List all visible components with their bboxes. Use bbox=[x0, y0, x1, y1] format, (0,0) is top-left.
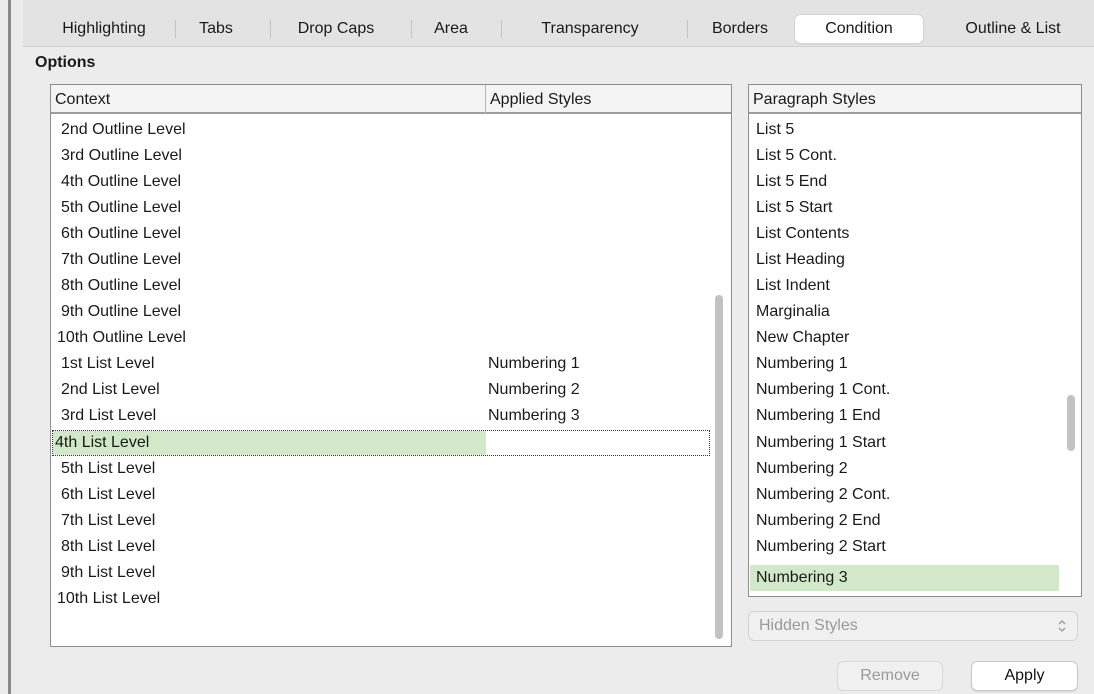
list-item[interactable]: Numbering 2 Cont. bbox=[750, 482, 1059, 508]
list-item[interactable]: List 5 bbox=[750, 117, 1059, 143]
context-cell: 4th List Level bbox=[55, 434, 150, 451]
options-heading: Options bbox=[35, 54, 96, 71]
list-item[interactable]: Numbering 1 Start bbox=[750, 430, 1059, 456]
table-row-selected[interactable]: 4th List Level bbox=[52, 430, 710, 456]
list-item[interactable]: List Indent bbox=[750, 273, 1059, 299]
table-row[interactable]: 2nd Outline Level bbox=[52, 117, 710, 143]
column-header-context[interactable]: Context bbox=[51, 85, 487, 114]
remove-button[interactable]: Remove bbox=[837, 661, 943, 691]
list-item[interactable]: List 5 Cont. bbox=[750, 143, 1059, 169]
condition-dialog: Highlighting Tabs Drop Caps Area Transpa… bbox=[0, 0, 1094, 694]
table-row[interactable]: 3rd Outline Level bbox=[52, 143, 710, 169]
list-item[interactable]: New Chapter bbox=[750, 325, 1059, 351]
table-row[interactable]: 5th Outline Level bbox=[52, 195, 710, 221]
table-row[interactable]: 3rd List Level Numbering 3 bbox=[52, 403, 710, 429]
list-item[interactable]: List Contents bbox=[750, 221, 1059, 247]
list-item[interactable]: List 5 Start bbox=[750, 195, 1059, 221]
context-cell: 10th Outline Level bbox=[57, 329, 186, 346]
context-cell: 5th List Level bbox=[61, 460, 156, 477]
context-cell: 7th Outline Level bbox=[61, 251, 182, 268]
column-header-applied-styles[interactable]: Applied Styles bbox=[486, 85, 731, 114]
context-cell: 2nd List Level bbox=[61, 381, 160, 398]
tab-drop-caps[interactable]: Drop Caps bbox=[280, 15, 392, 43]
table-row[interactable]: 9th List Level bbox=[52, 560, 710, 586]
table-row[interactable]: 1st List Level Numbering 1 bbox=[52, 351, 710, 377]
table-row[interactable]: 2nd List Level Numbering 2 bbox=[52, 377, 710, 403]
context-cell: 9th List Level bbox=[61, 564, 156, 581]
list-item[interactable]: List 5 End bbox=[750, 169, 1059, 195]
updown-chevron-icon bbox=[1057, 619, 1067, 633]
table-row[interactable]: 9th Outline Level bbox=[52, 299, 710, 325]
apply-button[interactable]: Apply bbox=[971, 661, 1078, 691]
table-row[interactable]: 4th Outline Level bbox=[52, 169, 710, 195]
context-cell: 6th List Level bbox=[61, 486, 156, 503]
context-cell: 3rd List Level bbox=[61, 407, 157, 424]
table-row[interactable]: 10th List Level bbox=[52, 586, 710, 612]
applied-style-cell: Numbering 2 bbox=[488, 381, 580, 398]
list-item[interactable]: Numbering 2 bbox=[750, 456, 1059, 482]
style-filter-select[interactable]: Hidden Styles bbox=[748, 611, 1078, 641]
table-row[interactable]: 5th List Level bbox=[52, 456, 710, 482]
context-cell: 6th Outline Level bbox=[61, 225, 182, 242]
style-filter-value: Hidden Styles bbox=[759, 617, 858, 634]
context-cell: 8th Outline Level bbox=[61, 277, 182, 294]
tab-separator bbox=[270, 20, 271, 38]
list-item[interactable]: List Heading bbox=[750, 247, 1059, 273]
list-item[interactable]: Numbering 1 bbox=[750, 351, 1059, 377]
list-item-selected[interactable]: Numbering 3 bbox=[750, 565, 1059, 591]
applied-style-cell: Numbering 1 bbox=[488, 355, 580, 372]
list-item[interactable]: Numbering 1 Cont. bbox=[750, 377, 1059, 403]
list-item[interactable]: Numbering 2 Start bbox=[750, 534, 1059, 560]
tab-transparency[interactable]: Transparency bbox=[511, 15, 669, 43]
table-row[interactable]: 6th Outline Level bbox=[52, 221, 710, 247]
conditions-scrollbar-thumb[interactable] bbox=[715, 295, 723, 639]
tab-highlighting[interactable]: Highlighting bbox=[48, 15, 160, 43]
list-item[interactable]: Numbering 1 End bbox=[750, 403, 1059, 429]
tab-separator bbox=[411, 20, 412, 38]
tab-separator bbox=[687, 20, 688, 38]
table-row[interactable]: 8th Outline Level bbox=[52, 273, 710, 299]
table-row[interactable]: 8th List Level bbox=[52, 534, 710, 560]
window-edge bbox=[8, 0, 11, 694]
context-cell: 2nd Outline Level bbox=[61, 121, 186, 138]
table-row[interactable]: 6th List Level bbox=[52, 482, 710, 508]
table-row[interactable]: 10th Outline Level bbox=[52, 325, 710, 351]
tab-borders[interactable]: Borders bbox=[695, 15, 785, 43]
tab-tabs[interactable]: Tabs bbox=[185, 15, 247, 43]
list-item[interactable]: Marginalia bbox=[750, 299, 1059, 325]
tab-outline-list[interactable]: Outline & List bbox=[943, 15, 1083, 43]
context-cell: 3rd Outline Level bbox=[61, 147, 182, 164]
tab-separator bbox=[175, 20, 176, 38]
styles-scrollbar-thumb[interactable] bbox=[1067, 395, 1075, 451]
tab-area[interactable]: Area bbox=[421, 15, 481, 43]
conditions-table[interactable]: Context Applied Styles 2nd Outline Level… bbox=[50, 84, 732, 647]
paragraph-styles-list[interactable]: Paragraph Styles List 5 List 5 Cont. Lis… bbox=[748, 84, 1082, 597]
column-header-paragraph-styles[interactable]: Paragraph Styles bbox=[749, 85, 1081, 114]
applied-style-cell: Numbering 3 bbox=[488, 407, 580, 424]
context-cell: 4th Outline Level bbox=[61, 173, 182, 190]
context-cell: 5th Outline Level bbox=[61, 199, 182, 216]
updown-chevron-svg bbox=[1058, 620, 1066, 632]
context-cell: 1st List Level bbox=[61, 355, 155, 372]
context-cell: 10th List Level bbox=[57, 590, 161, 607]
context-cell: 9th Outline Level bbox=[61, 303, 182, 320]
tab-bar: Highlighting Tabs Drop Caps Area Transpa… bbox=[23, 0, 1094, 47]
table-row[interactable]: 7th Outline Level bbox=[52, 247, 710, 273]
tab-condition[interactable]: Condition bbox=[795, 15, 923, 43]
list-item[interactable]: Numbering 2 End bbox=[750, 508, 1059, 534]
table-row[interactable]: 7th List Level bbox=[52, 508, 710, 534]
tab-separator bbox=[501, 20, 502, 38]
context-cell: 8th List Level bbox=[61, 538, 156, 555]
context-cell: 7th List Level bbox=[61, 512, 156, 529]
